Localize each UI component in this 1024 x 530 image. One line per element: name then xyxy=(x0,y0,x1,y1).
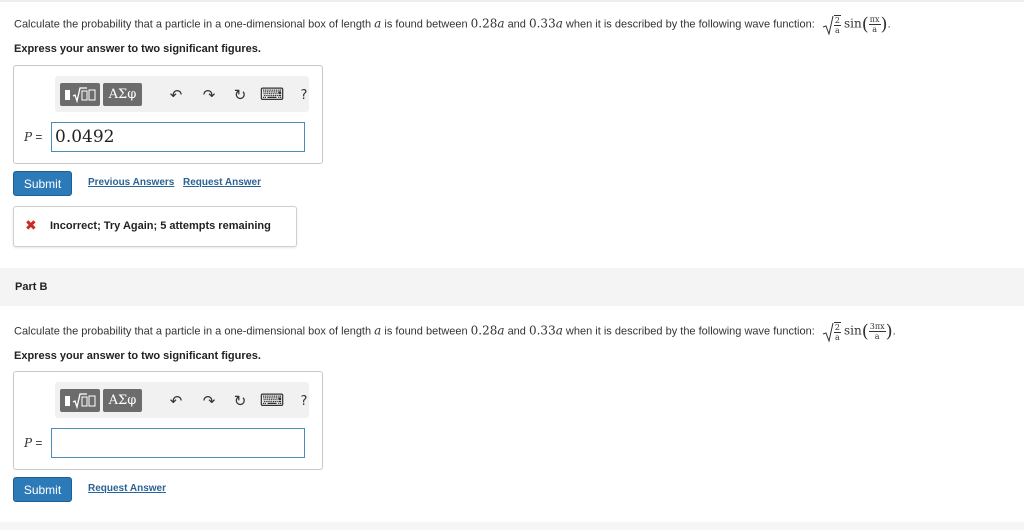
help-icon[interactable]: ? xyxy=(294,391,314,411)
symbols-button[interactable]: ΑΣφ xyxy=(103,83,142,106)
undo-icon[interactable]: ↶ xyxy=(166,85,186,105)
part-b-title: Part B xyxy=(15,281,48,293)
math-toolbar: ΑΣφ ↶ ↷ ↻ ⌨ ? xyxy=(55,76,309,112)
templates-icon xyxy=(65,87,96,103)
undo-icon[interactable]: ↶ xyxy=(166,391,186,411)
symbols-button[interactable]: ΑΣφ xyxy=(103,389,142,412)
instructions-part-b: Express your answer to two significant f… xyxy=(14,350,261,362)
p-label: P = xyxy=(24,436,43,450)
top-divider xyxy=(0,0,1024,2)
redo-icon[interactable]: ↷ xyxy=(199,391,219,411)
templates-icon xyxy=(65,393,96,409)
keyboard-icon[interactable]: ⌨ xyxy=(260,391,285,411)
incorrect-icon: ✖ xyxy=(25,218,37,234)
feedback-incorrect: ✖ Incorrect; Try Again; 5 attempts remai… xyxy=(13,206,297,247)
keyboard-icon[interactable]: ⌨ xyxy=(260,85,285,105)
wave-function-b: 2a xyxy=(822,321,841,343)
p-label: P = xyxy=(24,130,43,144)
answer-input-part-a[interactable]: 0.0492 xyxy=(51,122,305,152)
part-b-header[interactable]: Part B xyxy=(0,268,1024,306)
previous-answers-link[interactable]: Previous Answers xyxy=(88,177,174,188)
reset-icon[interactable]: ↻ xyxy=(230,85,250,105)
bottom-divider xyxy=(0,522,1024,530)
answer-box-part-b: ΑΣφ ↶ ↷ ↻ ⌨ ? P = xyxy=(13,371,323,470)
help-icon[interactable]: ? xyxy=(294,85,314,105)
instructions-part-a: Express your answer to two significant f… xyxy=(14,43,261,55)
answer-input-part-b[interactable] xyxy=(51,428,305,458)
wave-function-a: 2a xyxy=(822,14,841,36)
request-answer-link-part-b[interactable]: Request Answer xyxy=(88,483,166,494)
submit-button-part-b[interactable]: Submit xyxy=(13,477,72,502)
math-toolbar: ΑΣφ ↶ ↷ ↻ ⌨ ? xyxy=(55,382,309,418)
feedback-message: Incorrect; Try Again; 5 attempts remaini… xyxy=(50,220,271,232)
request-answer-link-part-a[interactable]: Request Answer xyxy=(183,177,261,188)
templates-button[interactable] xyxy=(60,389,100,412)
submit-button-part-a[interactable]: Submit xyxy=(13,171,72,196)
reset-icon[interactable]: ↻ xyxy=(230,391,250,411)
question-text-part-a: Calculate the probability that a particl… xyxy=(14,14,891,36)
question-text-part-b: Calculate the probability that a particl… xyxy=(14,321,896,343)
answer-box-part-a: ΑΣφ ↶ ↷ ↻ ⌨ ? P = 0.0492 xyxy=(13,65,323,164)
templates-button[interactable] xyxy=(60,83,100,106)
redo-icon[interactable]: ↷ xyxy=(199,85,219,105)
